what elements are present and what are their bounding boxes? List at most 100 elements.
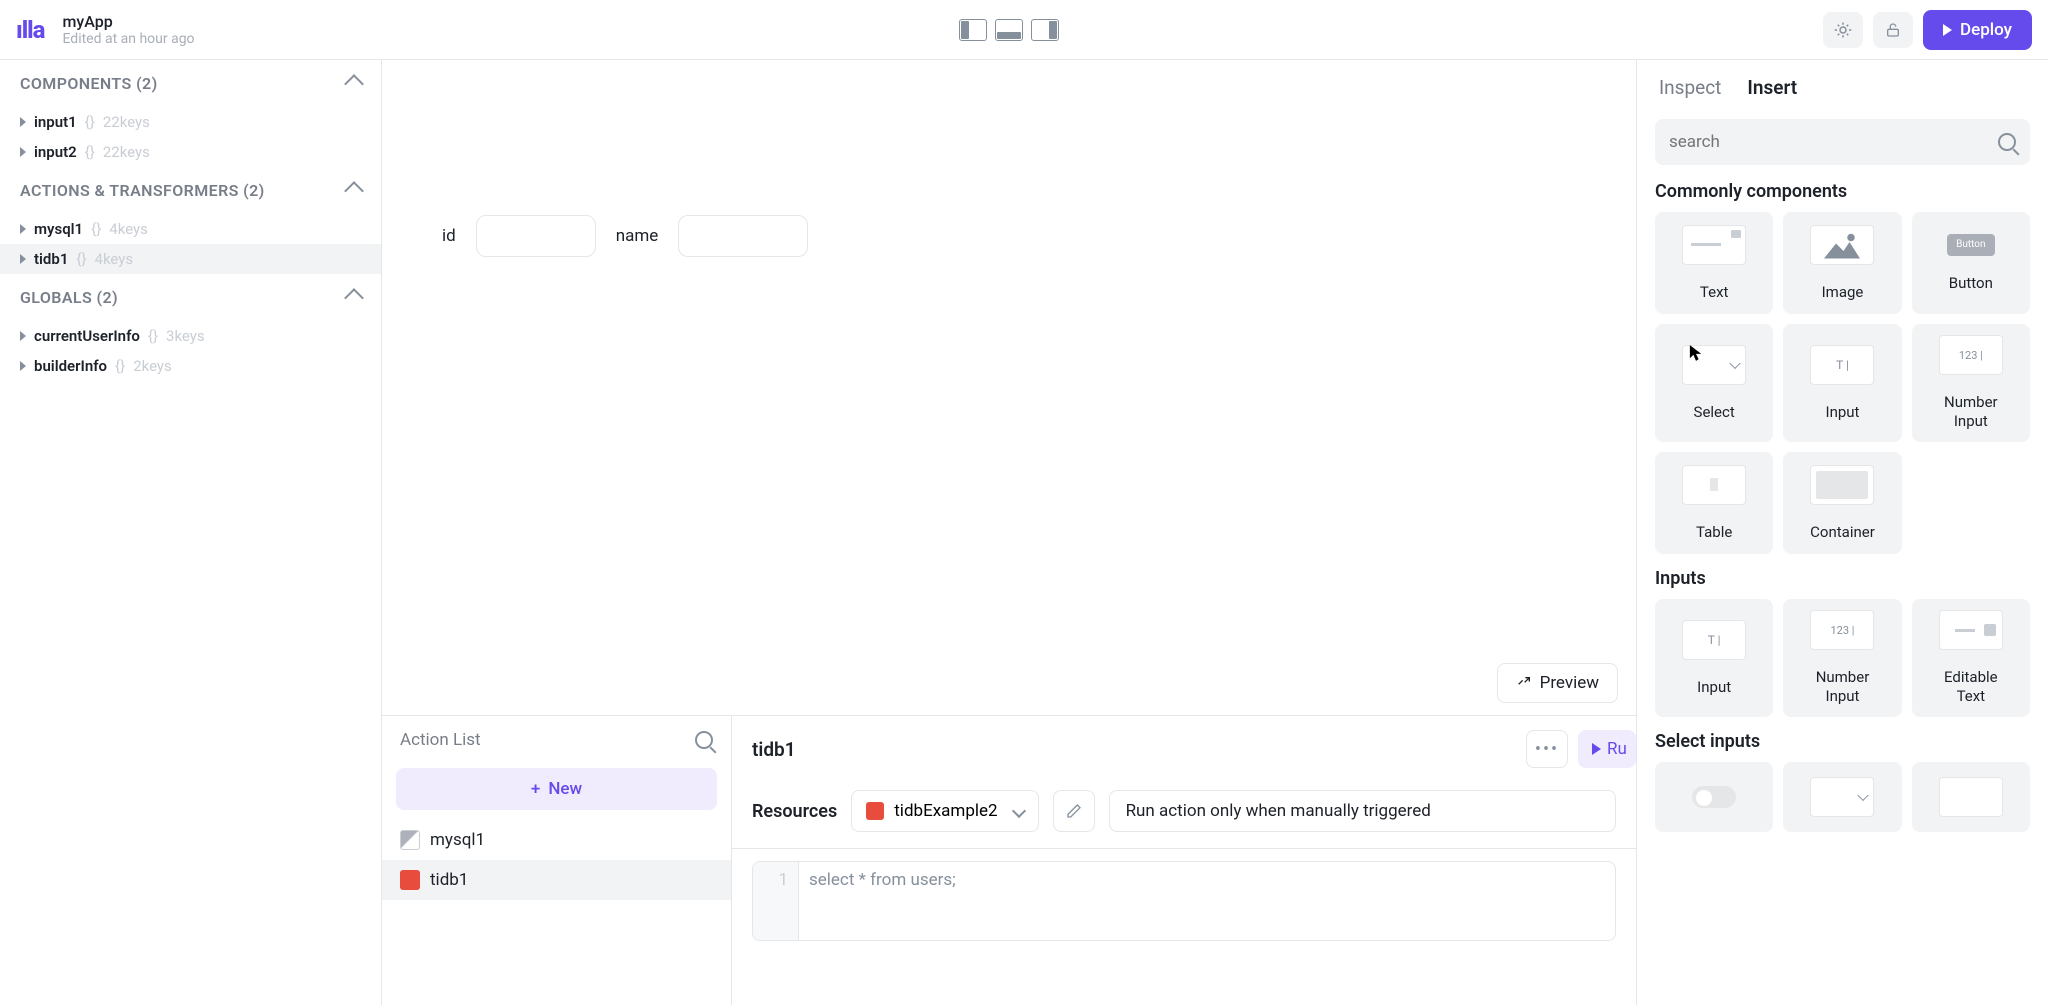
component-label: Select <box>1694 403 1735 422</box>
search-icon[interactable] <box>695 731 713 749</box>
section-header-components[interactable]: COMPONENTS (2) <box>20 74 361 93</box>
item-name: builderInfo <box>34 357 107 375</box>
logo[interactable]: ılla <box>16 16 44 44</box>
action-item-mysql1[interactable]: mysql1 <box>382 820 731 860</box>
section-actions: ACTIONS & TRANSFORMERS (2) <box>0 167 381 214</box>
panel-left-toggle[interactable] <box>959 19 987 41</box>
section-components: COMPONENTS (2) <box>0 60 381 107</box>
deploy-label: Deploy <box>1960 20 2012 40</box>
edit-resource-button[interactable] <box>1053 790 1095 832</box>
tree-item-input2[interactable]: input2 {} 22keys <box>0 137 381 167</box>
action-header-buttons: ••• Ru <box>1526 730 1636 768</box>
tidb-icon <box>866 802 884 820</box>
mysql-icon <box>400 830 420 850</box>
sql-text[interactable]: select * from users; <box>799 862 966 940</box>
toggle-preview-icon <box>1692 786 1736 808</box>
caret-right-icon <box>20 331 26 341</box>
action-name[interactable]: tidb1 <box>752 738 796 761</box>
layout-switcher <box>195 19 1824 41</box>
braces-icon: {} <box>148 327 158 345</box>
container-preview-icon <box>1810 465 1874 505</box>
tree-item-currentuserinfo[interactable]: currentUserInfo {} 3keys <box>0 321 381 351</box>
component-label: Input <box>1697 678 1731 697</box>
panel-bottom-toggle[interactable] <box>995 19 1023 41</box>
expand-icon <box>1516 675 1532 691</box>
button-preview-icon: Button <box>1947 234 1995 256</box>
section-select-inputs: Select inputs <box>1637 721 2048 836</box>
action-detail-panel: tidb1 ••• Ru Resources tidbExample2 <box>732 716 1636 1005</box>
debug-icon[interactable] <box>1823 12 1863 48</box>
component-label: Table <box>1696 523 1732 542</box>
resource-row: Resources tidbExample2 Run action only w… <box>732 782 1636 849</box>
tree-item-tidb1[interactable]: tidb1 {} 4keys <box>0 244 381 274</box>
component-table[interactable]: Table <box>1655 452 1773 554</box>
component-button[interactable]: Button Button <box>1912 212 2030 314</box>
component-number-input[interactable]: Number Input <box>1912 324 2030 442</box>
component-label: Editable Text <box>1944 668 1998 706</box>
more-button[interactable]: ••• <box>1526 730 1568 768</box>
new-label: New <box>548 779 582 799</box>
component-number-input-2[interactable]: Number Input <box>1783 599 1901 717</box>
lock-icon[interactable] <box>1873 12 1913 48</box>
center-area: id name Preview Action List + New <box>382 60 1636 1005</box>
component-search[interactable] <box>1655 119 2030 165</box>
component-image[interactable]: Image <box>1783 212 1901 314</box>
tree-item-input1[interactable]: input1 {} 22keys <box>0 107 381 137</box>
action-item-name: tidb1 <box>430 870 468 890</box>
input-name[interactable] <box>678 215 808 257</box>
deploy-button[interactable]: Deploy <box>1923 10 2032 50</box>
component-label: Text <box>1700 283 1729 302</box>
caret-right-icon <box>20 224 26 234</box>
panel-right-toggle[interactable] <box>1031 19 1059 41</box>
component-label: Input <box>1826 403 1860 422</box>
preview-button[interactable]: Preview <box>1497 663 1618 703</box>
canvas[interactable]: id name Preview <box>382 60 1636 715</box>
tab-inspect[interactable]: Inspect <box>1659 76 1721 103</box>
input-id[interactable] <box>476 215 596 257</box>
table-preview-icon <box>1682 465 1746 505</box>
component-label: Container <box>1810 523 1875 542</box>
component-select-2[interactable] <box>1783 762 1901 832</box>
item-meta: 2keys <box>133 357 172 375</box>
component-container[interactable]: Container <box>1783 452 1901 554</box>
braces-icon: {} <box>76 250 86 268</box>
sql-editor[interactable]: 1 select * from users; <box>752 861 1616 941</box>
item-meta: 22keys <box>103 143 150 161</box>
field-name-label: name <box>616 226 659 246</box>
caret-right-icon <box>20 254 26 264</box>
component-select[interactable]: Select <box>1655 324 1773 442</box>
tree-item-mysql1[interactable]: mysql1 {} 4keys <box>0 214 381 244</box>
trigger-mode-select[interactable]: Run action only when manually triggered <box>1109 790 1616 832</box>
section-header-actions[interactable]: ACTIONS & TRANSFORMERS (2) <box>20 181 361 200</box>
new-action-button[interactable]: + New <box>396 768 717 810</box>
component-editable-text[interactable]: Editable Text <box>1912 599 2030 717</box>
action-list-title: Action List <box>400 730 481 750</box>
right-panel: Inspect Insert Commonly components Text … <box>1636 60 2048 1005</box>
tree-item-builderinfo[interactable]: builderInfo {} 2keys <box>0 351 381 381</box>
component-grid-inputs: Input Number Input Editable Text <box>1655 599 2030 717</box>
section-title: Commonly components <box>1655 181 2030 202</box>
item-meta: 4keys <box>95 250 134 268</box>
resource-select[interactable]: tidbExample2 <box>851 790 1038 832</box>
component-input-2[interactable]: Input <box>1655 599 1773 717</box>
section-title: ACTIONS & TRANSFORMERS (2) <box>20 181 265 200</box>
resource-selected-value: tidbExample2 <box>894 801 997 821</box>
caret-right-icon <box>20 147 26 157</box>
search-input[interactable] <box>1669 132 1998 152</box>
component-list[interactable] <box>1912 762 2030 832</box>
search-icon <box>1998 133 2016 151</box>
number-input-preview-icon <box>1939 335 2003 375</box>
component-switch[interactable] <box>1655 762 1773 832</box>
section-header-globals[interactable]: GLOBALS (2) <box>20 288 361 307</box>
component-text[interactable]: Text <box>1655 212 1773 314</box>
play-icon <box>1943 24 1952 36</box>
pencil-icon <box>1066 803 1082 819</box>
component-label: Button <box>1949 274 1993 293</box>
component-input[interactable]: Input <box>1783 324 1901 442</box>
run-button[interactable]: Ru <box>1578 730 1636 768</box>
action-item-tidb1[interactable]: tidb1 <box>382 860 731 900</box>
chevron-up-icon <box>344 74 364 94</box>
braces-icon: {} <box>91 220 101 238</box>
tab-insert[interactable]: Insert <box>1747 76 1797 103</box>
action-list-header: Action List <box>382 716 731 764</box>
